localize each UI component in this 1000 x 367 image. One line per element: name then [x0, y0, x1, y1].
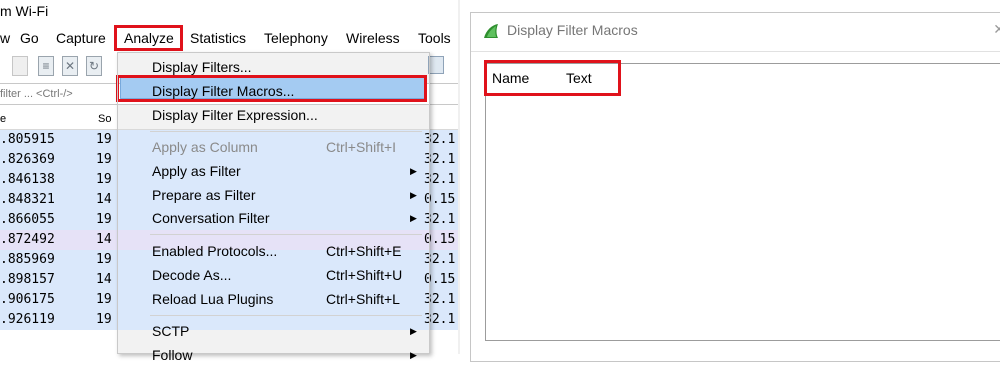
- shortcut-apply-as-column: Ctrl+Shift+I: [326, 139, 397, 155]
- menu-separator: [150, 234, 422, 235]
- menu-item-decode-as[interactable]: Decode As...: [152, 263, 231, 287]
- menu-telephony[interactable]: Telephony: [264, 26, 328, 50]
- dialog-title: Display Filter Macros: [507, 22, 638, 38]
- open-file-icon[interactable]: [12, 56, 28, 76]
- column-source[interactable]: So: [98, 109, 111, 129]
- menu-capture[interactable]: Capture: [56, 26, 106, 50]
- title-separator: [471, 51, 1000, 52]
- menu-item-apply-as-filter[interactable]: Apply as Filter: [152, 159, 241, 183]
- submenu-arrow-icon: ▶: [410, 213, 417, 223]
- annotation-box-analyze: [114, 25, 183, 51]
- analyze-menu: Display Filters... Display Filter Macros…: [117, 52, 430, 363]
- menu-item-conversation-filter[interactable]: Conversation Filter: [152, 206, 270, 230]
- reload-file-icon[interactable]: ↻: [86, 56, 102, 76]
- menu-item-prepare-as-filter[interactable]: Prepare as Filter: [152, 183, 255, 207]
- menu-item-follow[interactable]: Follow: [152, 343, 192, 367]
- menu-statistics[interactable]: Statistics: [190, 26, 246, 50]
- shortcut-decode-as: Ctrl+Shift+U: [326, 267, 403, 283]
- close-icon[interactable]: ✕: [993, 21, 1000, 38]
- submenu-arrow-icon: ▶: [410, 326, 417, 336]
- wireshark-fin-icon: [484, 24, 498, 38]
- annotation-box-columns: [484, 60, 621, 96]
- menu-separator: [150, 131, 422, 132]
- menu-wireless[interactable]: Wireless: [346, 26, 400, 50]
- column-time[interactable]: e: [0, 109, 6, 129]
- menu-item-apply-as-column[interactable]: Apply as Column: [152, 135, 258, 159]
- toolbar-colorize-icon[interactable]: [428, 56, 444, 74]
- menu-item-enabled-protocols[interactable]: Enabled Protocols...: [152, 239, 277, 263]
- menu-item-display-filters[interactable]: Display Filters...: [152, 55, 252, 79]
- submenu-arrow-icon: ▶: [410, 350, 417, 360]
- menu-tools[interactable]: Tools: [418, 26, 451, 50]
- window-title: m Wi-Fi: [0, 3, 49, 19]
- menu-separator: [150, 315, 422, 316]
- menu-item-display-filter-expression[interactable]: Display Filter Expression...: [152, 103, 318, 127]
- menu-item-display-filter-macros[interactable]: Display Filter Macros...: [152, 79, 294, 103]
- shortcut-reload-lua-plugins: Ctrl+Shift+L: [326, 291, 400, 307]
- menu-item-sctp[interactable]: SCTP: [152, 319, 189, 343]
- shortcut-enabled-protocols: Ctrl+Shift+E: [326, 243, 402, 259]
- submenu-arrow-icon: ▶: [410, 190, 417, 200]
- macros-table[interactable]: Name Text: [485, 63, 1000, 341]
- submenu-arrow-icon: ▶: [410, 166, 417, 176]
- window-edge: [458, 0, 460, 354]
- close-file-icon[interactable]: ✕: [62, 56, 78, 76]
- save-file-icon[interactable]: ≡: [38, 56, 54, 76]
- menu-go[interactable]: Go: [20, 26, 39, 50]
- menu-view[interactable]: w: [0, 26, 10, 50]
- menu-bar: w Go Capture Analyze Statistics Telephon…: [0, 26, 460, 50]
- menu-item-reload-lua-plugins[interactable]: Reload Lua Plugins: [152, 287, 273, 311]
